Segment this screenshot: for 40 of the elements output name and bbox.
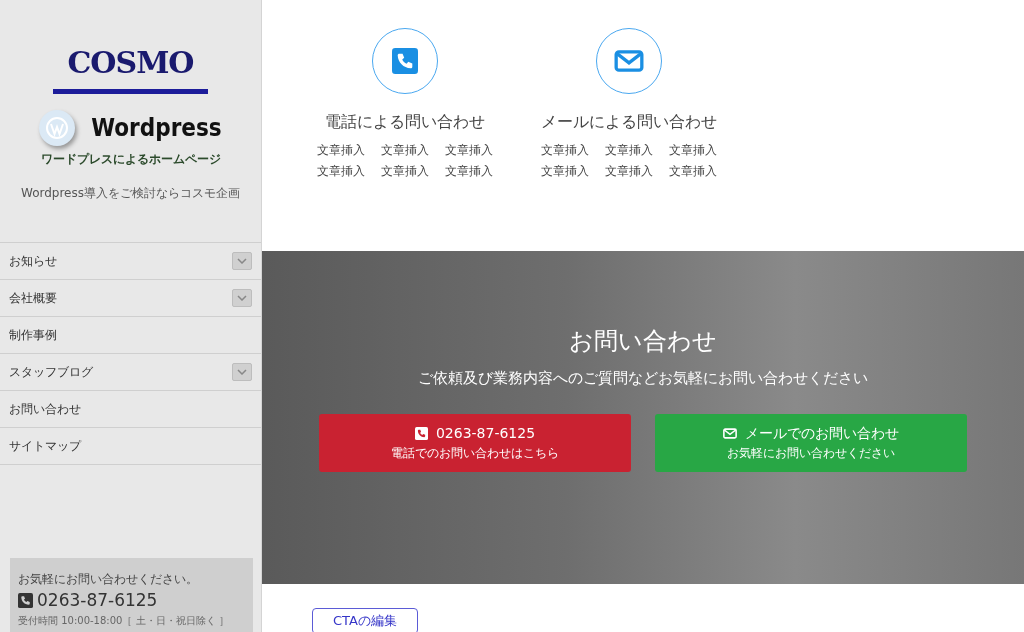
menu-item[interactable]: スタッフブログ xyxy=(0,353,261,390)
product-logo-text: Wordpress xyxy=(91,113,222,144)
method-title: メールによる問い合わせ xyxy=(541,111,717,133)
placeholder-text: 文章挿入 xyxy=(669,142,717,159)
cta-title: お問い合わせ xyxy=(569,326,717,357)
logo-caption: ワードプレスによるホームページ xyxy=(40,151,221,168)
phone-icon xyxy=(414,427,428,440)
edit-cta-button[interactable]: CTAの編集 xyxy=(312,608,418,632)
phone-icon xyxy=(18,592,33,608)
placeholder-text: 文章挿入 xyxy=(317,142,365,159)
phone-button[interactable]: 0263-87-6125 電話でのお問い合わせはこちら xyxy=(319,413,631,472)
placeholder-text: 文章挿入 xyxy=(381,163,429,181)
method-title: 電話による問い合わせ xyxy=(325,111,485,133)
menu-item[interactable]: 制作事例 xyxy=(0,316,261,353)
placeholder-text: 文章挿入 xyxy=(445,142,493,159)
placeholder-text: 文章挿入 xyxy=(445,163,493,181)
mail-icon xyxy=(614,50,644,72)
expand-chevron-icon[interactable] xyxy=(232,289,252,307)
placeholder-text: 文章挿入 xyxy=(669,163,717,181)
menu-item[interactable]: サイトマップ xyxy=(0,427,261,464)
logo-text: COSMO xyxy=(67,44,194,82)
cta-subtitle: ご依頼及び業務内容へのご質問などお気軽にお問い合わせください xyxy=(418,368,868,389)
placeholder-text: 文章挿入 xyxy=(381,142,429,159)
phone-number: 0263-87-6125 xyxy=(37,588,158,612)
menu-item[interactable]: 会社概要 xyxy=(0,279,261,316)
business-hours: 受付時間 10:00-18:00［ 土・日・祝日除く ］ xyxy=(18,614,230,628)
phone-icon xyxy=(392,48,418,74)
placeholder-text: 文章挿入 xyxy=(541,163,589,181)
placeholder-text: 文章挿入 xyxy=(541,142,589,159)
contact-lead: お気軽にお問い合わせください。 xyxy=(18,570,199,588)
placeholder-text: 文章挿入 xyxy=(605,163,653,181)
expand-chevron-icon[interactable] xyxy=(232,252,252,270)
mail-icon xyxy=(723,428,737,439)
menu-item[interactable]: お知らせ xyxy=(0,242,261,279)
placeholder-text: 文章挿入 xyxy=(317,163,365,181)
placeholder-text: 文章挿入 xyxy=(605,142,653,159)
expand-chevron-icon[interactable] xyxy=(232,363,252,381)
menu-item[interactable]: お問い合わせ xyxy=(0,390,261,427)
tagline: Wordpress導入をご検討ならコスモ企画 xyxy=(21,185,240,202)
wp-circle-icon xyxy=(39,110,76,146)
